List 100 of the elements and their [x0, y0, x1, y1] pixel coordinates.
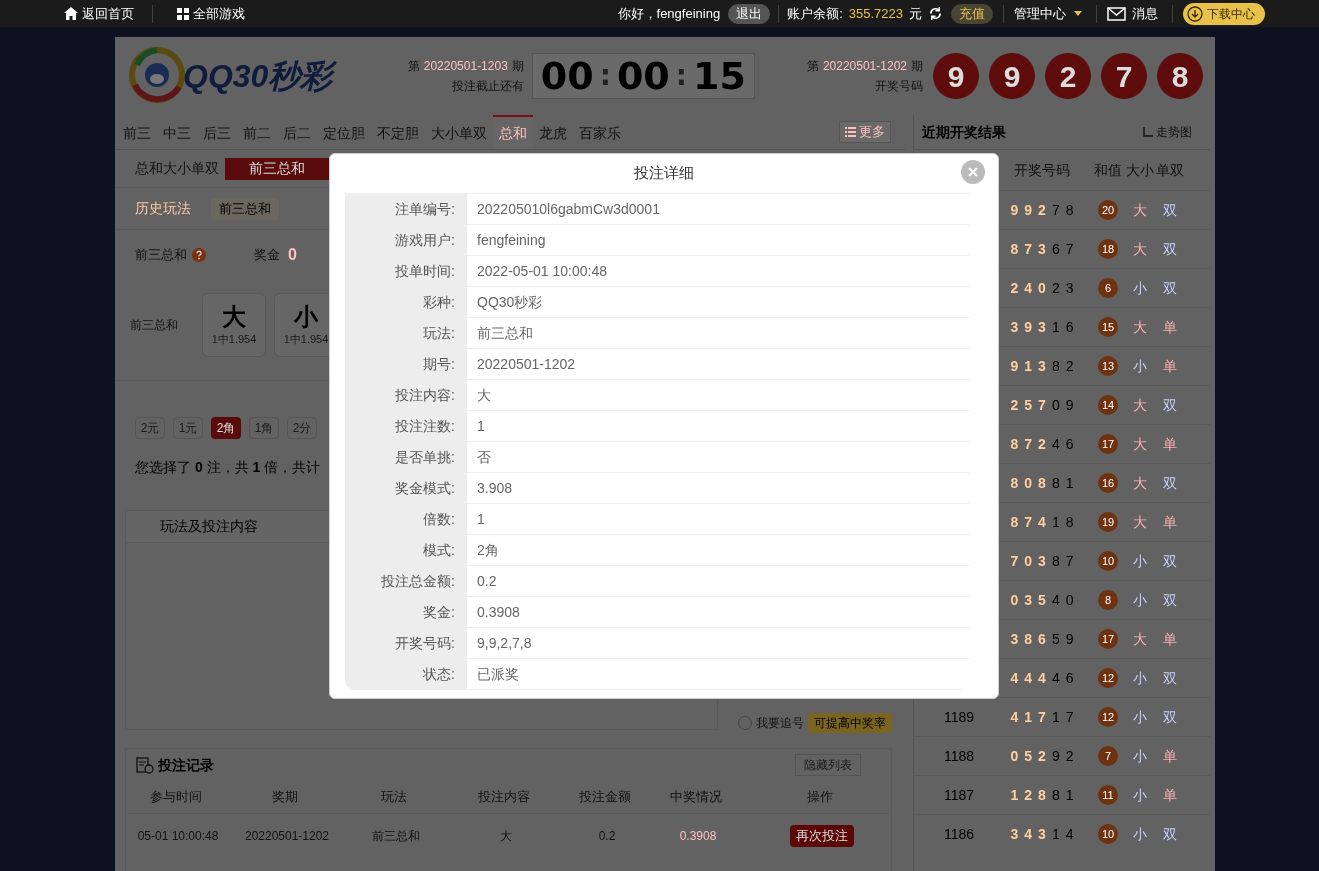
messages-link[interactable]: 消息 — [1107, 3, 1158, 24]
admin-menu[interactable]: 管理中心 — [1014, 3, 1082, 24]
sum-badge: 15 — [1098, 317, 1118, 337]
bet-option[interactable]: 大 1中1.954 — [202, 293, 266, 357]
unit-option[interactable]: 2角 — [211, 416, 241, 439]
result-digit: 7 — [1038, 707, 1046, 727]
table-cell-text: 20220501-1202 — [243, 827, 331, 845]
field-label: 奖金: — [423, 603, 455, 622]
home-icon — [64, 7, 78, 20]
last-issue-number: 20220501-1202 — [822, 58, 907, 75]
result-digit: 2 — [1010, 395, 1019, 415]
sum-badge: 7 — [1098, 746, 1118, 766]
field-label: 状态: — [423, 665, 455, 684]
game-tab[interactable]: 前三 — [117, 115, 157, 149]
result-digit: 0 — [1010, 590, 1019, 610]
close-button[interactable] — [961, 160, 985, 184]
column-header: 和值 — [1093, 160, 1123, 180]
play-group-label: 总和大小单双 — [135, 159, 220, 178]
field-label: 倍数: — [423, 510, 455, 529]
game-tab[interactable]: 龙虎 — [533, 115, 573, 149]
issue-number: 1186 — [944, 825, 975, 842]
prize-value: 0 — [288, 245, 297, 265]
result-digit: 8 — [1010, 434, 1019, 454]
bet-again-button[interactable]: 再次投注 — [789, 824, 854, 847]
result-digit: 8 — [1051, 551, 1060, 571]
field-label: 投注总金额: — [381, 572, 455, 591]
unit-option[interactable]: 1角 — [249, 416, 279, 439]
field-value: 202205010l6gabmCw3d0001 — [477, 199, 660, 219]
game-tab[interactable]: 百家乐 — [573, 115, 627, 149]
parity-label: 单 — [1163, 356, 1177, 376]
recharge-button[interactable]: 充值 — [951, 3, 993, 24]
sum-badge: 20 — [1098, 200, 1118, 220]
unit-option[interactable]: 2分 — [287, 416, 317, 439]
field-value: 3.908 — [477, 478, 513, 498]
result-digit: 7 — [1010, 551, 1019, 571]
field-label: 游戏用户: — [395, 231, 455, 250]
size-label: 大 — [1133, 317, 1147, 337]
result-digit: 8 — [1065, 200, 1074, 220]
result-digit: 8 — [1010, 512, 1019, 532]
countdown-digits: 00 — [616, 52, 670, 100]
result-digit: 4 — [1038, 512, 1046, 532]
record-icon — [136, 756, 154, 774]
download-button[interactable]: 下载中心 — [1183, 2, 1265, 25]
result-digit: 8 — [1010, 473, 1019, 493]
refresh-button[interactable] — [928, 6, 943, 21]
parity-label: 双 — [1163, 278, 1177, 298]
result-digit: 0 — [1065, 590, 1074, 610]
unit-option[interactable]: 1元 — [173, 416, 203, 439]
game-tab[interactable]: 后三 — [197, 115, 237, 149]
result-digit: 2 — [1065, 746, 1074, 766]
game-tab[interactable]: 不定胆 — [371, 115, 425, 149]
field-value: fengfeining — [477, 230, 546, 250]
table-cell-text: 05-01 10:00:48 — [136, 827, 220, 845]
more-button[interactable]: 更多 — [839, 121, 891, 143]
sum-badge: 12 — [1098, 707, 1118, 727]
sum-badge: 17 — [1098, 629, 1118, 649]
game-tab[interactable]: 后二 — [277, 115, 317, 149]
result-digit: 2 — [1038, 434, 1046, 454]
game-tab[interactable]: 中三 — [157, 115, 197, 149]
result-digit: 9 — [1065, 395, 1074, 415]
game-tab[interactable]: 总和 — [493, 115, 533, 149]
trend-link[interactable]: 走势图 — [1143, 123, 1192, 141]
game-tab[interactable]: 前二 — [237, 115, 277, 149]
size-label: 小 — [1133, 824, 1147, 844]
parity-label: 双 — [1163, 395, 1177, 415]
size-label: 小 — [1133, 590, 1147, 610]
sum-badge: 10 — [1098, 824, 1118, 844]
result-digit: 3 — [1038, 356, 1046, 376]
field-value: 0.2 — [477, 571, 497, 591]
result-digit: 9 — [1024, 317, 1033, 337]
result-digit: 9 — [1024, 200, 1033, 220]
field-value: 大 — [477, 385, 491, 405]
logout-button[interactable]: 退出 — [728, 3, 771, 24]
home-link[interactable]: 返回首页 — [64, 3, 134, 24]
result-digit: 8 — [1051, 785, 1060, 805]
result-digit: 7 — [1065, 239, 1074, 259]
size-label: 小 — [1133, 746, 1147, 766]
sum-badge: 10 — [1098, 551, 1118, 571]
column-header: 操作 — [805, 788, 834, 807]
game-tab[interactable]: 定位胆 — [317, 115, 371, 149]
result-digit: 8 — [1051, 473, 1060, 493]
result-digit: 1 — [1051, 707, 1060, 727]
issue-number: 1188 — [944, 747, 975, 764]
unit-option[interactable]: 2元 — [135, 416, 165, 439]
result-digit: 4 — [1024, 668, 1033, 688]
result-digit: 6 — [1051, 239, 1060, 259]
caret-icon — [1074, 11, 1082, 16]
size-label: 大 — [1133, 629, 1147, 649]
parity-label: 双 — [1163, 707, 1177, 727]
history-play-chip[interactable]: 前三总和 — [211, 197, 279, 220]
play-option[interactable]: 前三总和 — [225, 157, 329, 180]
results-title: 近期开奖结果 — [922, 122, 1006, 142]
size-label: 小 — [1133, 356, 1147, 376]
hide-list-button[interactable]: 隐藏列表 — [795, 754, 861, 776]
result-digit: 8 — [1065, 512, 1074, 532]
all-games-link[interactable]: 全部游戏 — [177, 3, 245, 24]
result-digit: 9 — [1051, 746, 1060, 766]
result-digit: 2 — [1051, 278, 1060, 298]
field-value: 1 — [477, 416, 485, 436]
game-tab[interactable]: 大小单双 — [425, 115, 493, 149]
